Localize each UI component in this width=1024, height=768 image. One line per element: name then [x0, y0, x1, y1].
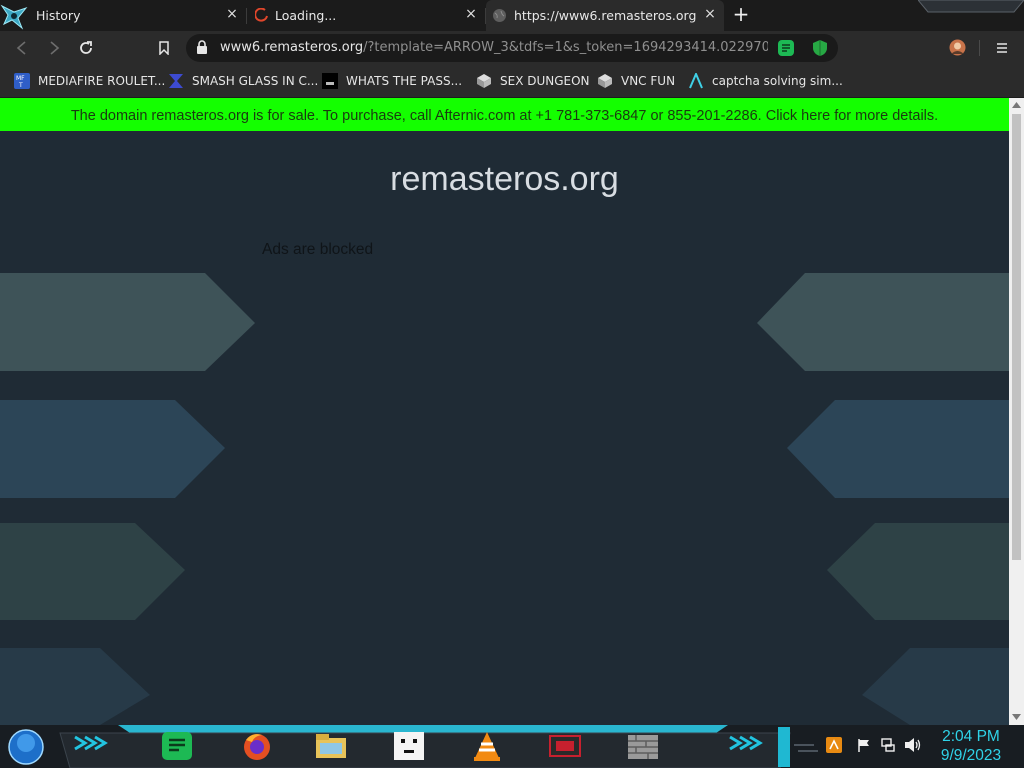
- profile-avatar-icon[interactable]: [949, 39, 966, 56]
- start-orb-button[interactable]: [8, 729, 44, 765]
- bookmark-label: WHATS THE PASS...: [346, 74, 463, 88]
- close-icon[interactable]: ×: [462, 5, 480, 23]
- extension-notes-icon[interactable]: [777, 39, 795, 57]
- browser-logo-icon: [0, 4, 28, 30]
- forward-button[interactable]: [43, 37, 65, 59]
- network-icon[interactable]: [880, 737, 896, 753]
- page-scrollbar[interactable]: [1009, 98, 1024, 725]
- forward-arrow-icon: [50, 41, 60, 55]
- loading-spinner-icon: [255, 8, 268, 22]
- bookmarks-bar: MF T MEDIAFIRE ROULET... SMASH GLASS IN C…: [0, 65, 1024, 98]
- bookmark-icon: [159, 41, 169, 56]
- bookmark-sex-dungeon[interactable]: SEX DUNGEON: [476, 71, 590, 91]
- globe-icon: [493, 9, 506, 22]
- mediafire-icon: MFT: [14, 73, 30, 89]
- new-tab-button[interactable]: +: [730, 3, 752, 25]
- svg-text:MF: MF: [16, 75, 25, 82]
- cube-icon: [598, 74, 612, 88]
- notes-app-icon[interactable]: [160, 730, 194, 762]
- ads-blocked-notice: Ads are blocked: [262, 241, 374, 258]
- tab-loading[interactable]: Loading... ×: [247, 0, 485, 31]
- volume-icon[interactable]: [904, 737, 922, 753]
- bookmark-label: SMASH GLASS IN C...: [192, 74, 319, 88]
- vlc-icon[interactable]: [470, 730, 504, 762]
- tab-remasteros[interactable]: https://www6.remasteros.org/?template=AR…: [486, 0, 724, 31]
- cube-icon: [477, 74, 491, 88]
- captcha-icon: [689, 73, 703, 89]
- bookmark-smash-glass[interactable]: SMASH GLASS IN C...: [168, 71, 318, 91]
- bookmark-label: MEDIAFIRE ROULET...: [38, 74, 166, 88]
- system-clock[interactable]: 2:04 PM 9/9/2023: [930, 727, 1012, 765]
- brick-wall-icon[interactable]: [626, 730, 660, 762]
- menu-icon[interactable]: [996, 42, 1008, 54]
- smash-glass-icon: [169, 74, 183, 88]
- address-bar[interactable]: www6.remasteros.org/?template=ARROW_3&td…: [186, 34, 838, 62]
- shield-icon[interactable]: [812, 39, 828, 57]
- clock-date: 9/9/2023: [940, 747, 1002, 764]
- bookmark-label: VNC FUN: [621, 74, 676, 88]
- url-host: www6.remasteros.org: [220, 40, 364, 55]
- web-page: The domain remasteros.org is for sale. T…: [0, 98, 1009, 725]
- close-icon[interactable]: ×: [701, 5, 719, 23]
- window-controls-decoration: [918, 0, 1024, 13]
- domain-for-sale-banner[interactable]: The domain remasteros.org is for sale. T…: [0, 98, 1009, 131]
- bookmark-captcha-solving[interactable]: captcha solving sim...: [688, 71, 843, 91]
- pixel-game-icon[interactable]: [392, 730, 426, 762]
- tab-title: History: [36, 8, 81, 23]
- back-button[interactable]: [11, 37, 33, 59]
- firefox-icon[interactable]: [240, 730, 274, 762]
- page-title: remasteros.org: [390, 160, 619, 198]
- clock-time: 2:04 PM: [942, 728, 1000, 745]
- scroll-up-icon[interactable]: [1012, 101, 1021, 108]
- back-arrow-icon: [16, 41, 26, 55]
- terminal-icon: [322, 73, 338, 89]
- bookmark-mediafire-roulette[interactable]: MF T MEDIAFIRE ROULET...: [14, 71, 165, 91]
- taskbar: 2:04 PM 9/9/2023: [0, 725, 1024, 768]
- tab-title: https://www6.remasteros.org/?template=AR…: [514, 8, 696, 23]
- tray-app-icon[interactable]: [826, 737, 842, 753]
- scroll-down-icon[interactable]: [1012, 714, 1021, 721]
- action-center-flag-icon[interactable]: [857, 738, 871, 753]
- toolbar-divider: [979, 40, 980, 56]
- browser-toolbar: www6.remasteros.org/?template=ARROW_3&td…: [0, 31, 1024, 65]
- url-path: /?template=ARROW_3&tdfs=1&s_token=169429…: [363, 40, 768, 55]
- lock-icon[interactable]: [196, 40, 208, 55]
- bookmark-whats-the-pass[interactable]: WHATS THE PASS...: [322, 71, 462, 91]
- bookmark-vnc-fun[interactable]: VNC FUN: [597, 71, 675, 91]
- bookmark-button[interactable]: [153, 37, 175, 59]
- svg-text:T: T: [18, 82, 23, 89]
- file-explorer-icon[interactable]: [314, 730, 348, 762]
- tab-strip: History × Loading... × https://www6.rema…: [0, 0, 1024, 31]
- reload-button[interactable]: [75, 37, 97, 59]
- scrollbar-thumb[interactable]: [1012, 114, 1021, 560]
- media-app-icon[interactable]: [548, 730, 582, 762]
- bookmark-label: captcha solving sim...: [712, 74, 843, 88]
- reload-icon: [80, 41, 92, 54]
- tab-history[interactable]: History ×: [28, 0, 246, 31]
- tab-title: Loading...: [275, 8, 337, 23]
- bookmark-label: SEX DUNGEON: [500, 74, 590, 88]
- close-icon[interactable]: ×: [223, 5, 241, 23]
- url-text[interactable]: www6.remasteros.org/?template=ARROW_3&td…: [220, 40, 768, 55]
